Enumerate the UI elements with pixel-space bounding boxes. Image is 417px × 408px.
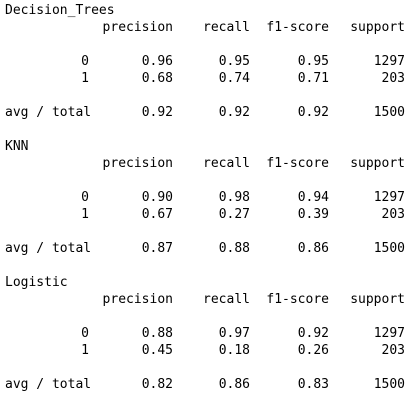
support-value: 1500 bbox=[373, 241, 405, 256]
header-precision: precision bbox=[102, 292, 173, 307]
class-row: 0 0.96 0.95 0.95 1297 bbox=[0, 53, 417, 70]
report-logistic: Logistic precision recall f1-score suppo… bbox=[0, 272, 417, 408]
support-value: 1297 bbox=[373, 326, 405, 341]
precision-value: 0.67 bbox=[141, 207, 173, 222]
header-recall: recall bbox=[203, 20, 250, 35]
f1-value: 0.94 bbox=[297, 190, 329, 205]
avg-total-label: avg / total bbox=[5, 377, 92, 392]
avg-total-row: avg / total 0.92 0.92 0.92 1500 bbox=[0, 104, 417, 121]
f1-value: 0.71 bbox=[297, 71, 329, 86]
header-f1-score: f1-score bbox=[266, 156, 329, 171]
recall-value: 0.97 bbox=[218, 326, 250, 341]
model-title: Decision_Trees bbox=[5, 3, 115, 18]
model-title: Logistic bbox=[5, 275, 68, 290]
class-label: 0 bbox=[81, 326, 89, 341]
header-f1-score: f1-score bbox=[266, 292, 329, 307]
recall-value: 0.92 bbox=[218, 105, 250, 120]
precision-value: 0.82 bbox=[141, 377, 173, 392]
recall-value: 0.98 bbox=[218, 190, 250, 205]
support-value: 203 bbox=[381, 71, 405, 86]
header-f1-score: f1-score bbox=[266, 20, 329, 35]
precision-value: 0.88 bbox=[141, 326, 173, 341]
class-row: 1 0.67 0.27 0.39 203 bbox=[0, 206, 417, 223]
f1-value: 0.86 bbox=[297, 241, 329, 256]
class-label: 1 bbox=[81, 207, 89, 222]
precision-value: 0.96 bbox=[141, 54, 173, 69]
class-label: 1 bbox=[81, 71, 89, 86]
class-label: 0 bbox=[81, 54, 89, 69]
report-decision-trees: Decision_Trees precision recall f1-score… bbox=[0, 0, 417, 136]
class-label: 0 bbox=[81, 190, 89, 205]
class-row: 0 0.88 0.97 0.92 1297 bbox=[0, 325, 417, 342]
column-header-row: precision recall f1-score support bbox=[0, 19, 417, 36]
f1-value: 0.26 bbox=[297, 343, 329, 358]
f1-value: 0.95 bbox=[297, 54, 329, 69]
f1-value: 0.39 bbox=[297, 207, 329, 222]
header-support: support bbox=[350, 292, 405, 307]
class-row: 1 0.68 0.74 0.71 203 bbox=[0, 70, 417, 87]
support-value: 1297 bbox=[373, 54, 405, 69]
header-support: support bbox=[350, 156, 405, 171]
support-value: 1297 bbox=[373, 190, 405, 205]
precision-value: 0.92 bbox=[141, 105, 173, 120]
class-label: 1 bbox=[81, 343, 89, 358]
classification-report-output: Decision_Trees precision recall f1-score… bbox=[0, 0, 417, 404]
header-precision: precision bbox=[102, 156, 173, 171]
header-support: support bbox=[350, 20, 405, 35]
header-recall: recall bbox=[203, 156, 250, 171]
precision-value: 0.45 bbox=[141, 343, 173, 358]
support-value: 203 bbox=[381, 207, 405, 222]
precision-value: 0.68 bbox=[141, 71, 173, 86]
avg-total-label: avg / total bbox=[5, 105, 92, 120]
recall-value: 0.88 bbox=[218, 241, 250, 256]
avg-total-row: avg / total 0.82 0.86 0.83 1500 bbox=[0, 376, 417, 393]
recall-value: 0.95 bbox=[218, 54, 250, 69]
f1-value: 0.92 bbox=[297, 105, 329, 120]
support-value: 203 bbox=[381, 343, 405, 358]
avg-total-label: avg / total bbox=[5, 241, 92, 256]
support-value: 1500 bbox=[373, 105, 405, 120]
recall-value: 0.74 bbox=[218, 71, 250, 86]
precision-value: 0.90 bbox=[141, 190, 173, 205]
support-value: 1500 bbox=[373, 377, 405, 392]
header-recall: recall bbox=[203, 292, 250, 307]
class-row: 0 0.90 0.98 0.94 1297 bbox=[0, 189, 417, 206]
column-header-row: precision recall f1-score support bbox=[0, 155, 417, 172]
avg-total-row: avg / total 0.87 0.88 0.86 1500 bbox=[0, 240, 417, 257]
recall-value: 0.18 bbox=[218, 343, 250, 358]
class-row: 1 0.45 0.18 0.26 203 bbox=[0, 342, 417, 359]
f1-value: 0.83 bbox=[297, 377, 329, 392]
recall-value: 0.86 bbox=[218, 377, 250, 392]
f1-value: 0.92 bbox=[297, 326, 329, 341]
column-header-row: precision recall f1-score support bbox=[0, 291, 417, 308]
precision-value: 0.87 bbox=[141, 241, 173, 256]
model-title: KNN bbox=[5, 139, 29, 154]
recall-value: 0.27 bbox=[218, 207, 250, 222]
report-knn: KNN precision recall f1-score support 0 … bbox=[0, 136, 417, 272]
header-precision: precision bbox=[102, 20, 173, 35]
